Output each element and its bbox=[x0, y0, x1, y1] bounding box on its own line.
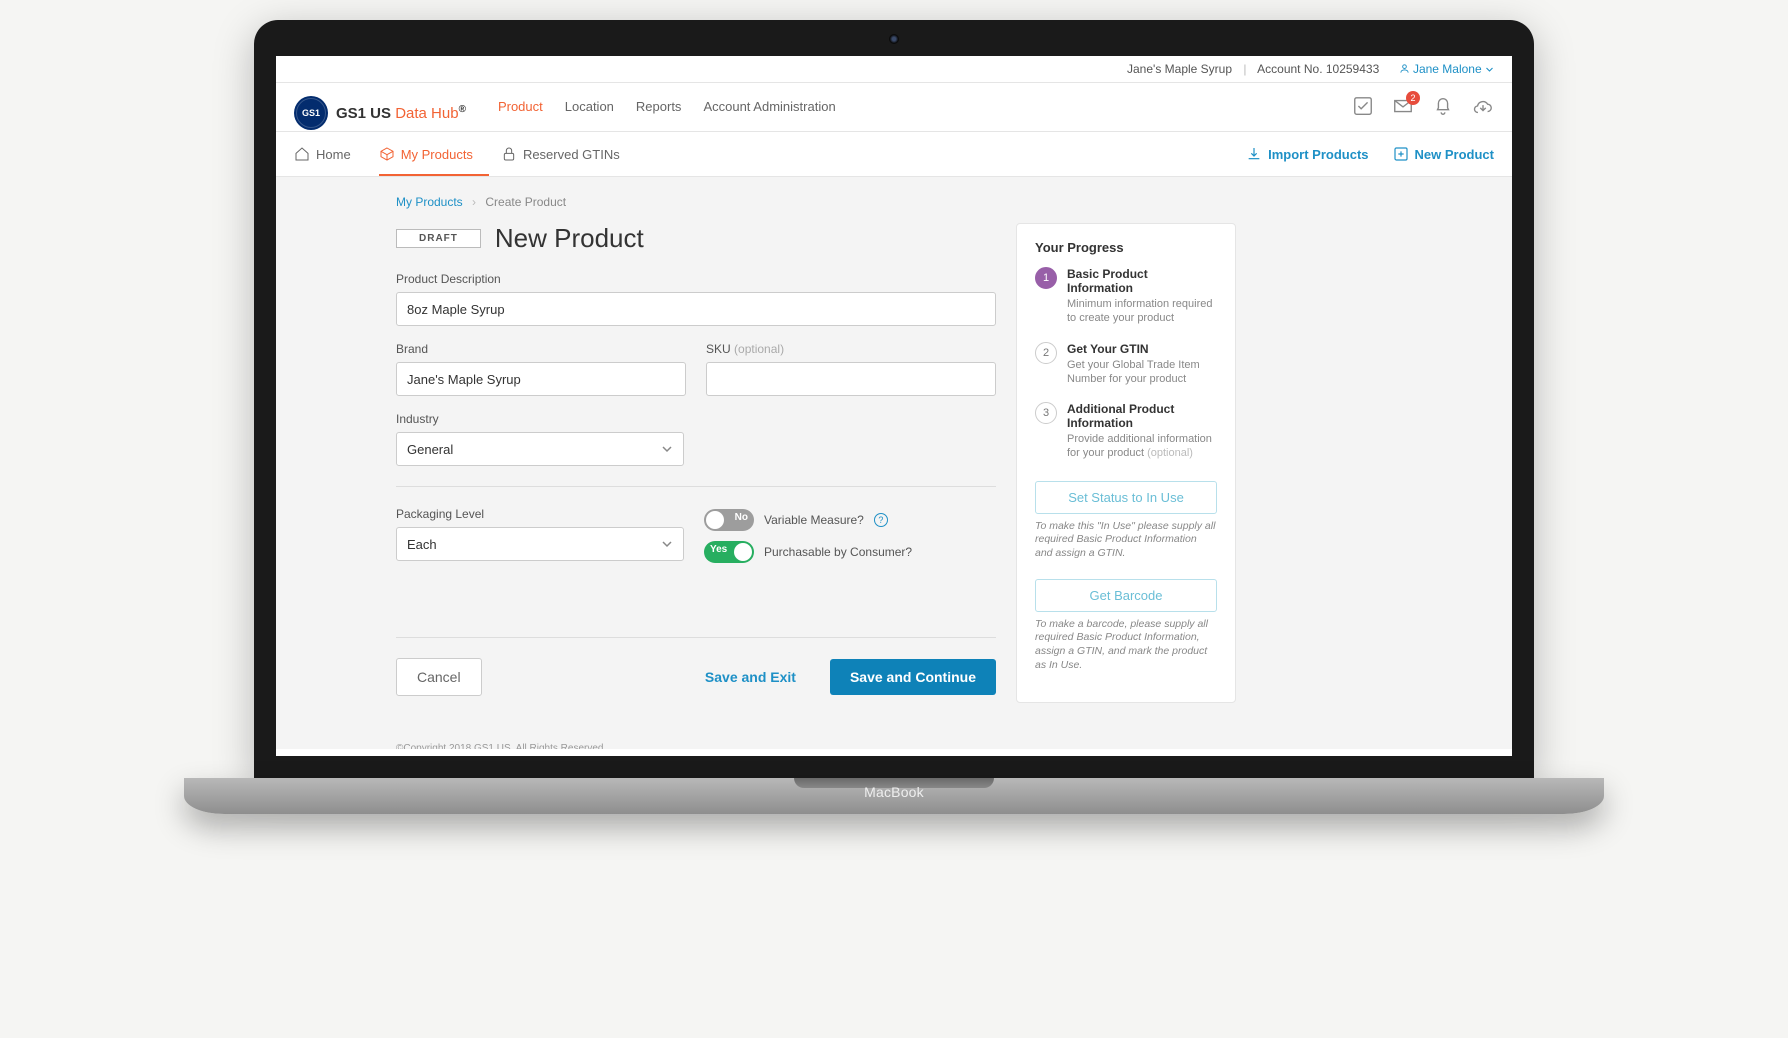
divider bbox=[396, 486, 996, 487]
page-title: New Product bbox=[495, 223, 644, 254]
packaging-select[interactable]: Each bbox=[396, 527, 684, 561]
header: GS1 GS1 US Data Hub® Product Location Re… bbox=[276, 83, 1512, 132]
chevron-right-icon: › bbox=[472, 195, 476, 209]
mail-badge: 2 bbox=[1406, 91, 1420, 105]
desc-label: Product Description bbox=[396, 272, 996, 286]
account-number: Account No. 10259433 bbox=[1257, 62, 1379, 76]
laptop-bezel: Jane's Maple Syrup | Account No. 1025943… bbox=[254, 20, 1534, 778]
brand-text: GS1 US Data Hub® bbox=[336, 104, 466, 122]
set-status-note: To make this "In Use" please supply all … bbox=[1035, 520, 1217, 561]
purchasable-toggle[interactable]: Yes bbox=[704, 541, 754, 563]
page-body: My Products › Create Product DRAFT New P… bbox=[276, 177, 1512, 749]
nav-product[interactable]: Product bbox=[498, 99, 543, 114]
lock-icon bbox=[501, 146, 517, 162]
company-name: Jane's Maple Syrup bbox=[1127, 62, 1232, 76]
variable-measure-toggle[interactable]: No bbox=[704, 509, 754, 531]
header-icons: 2 bbox=[1352, 95, 1494, 131]
laptop-base: MacBook bbox=[184, 778, 1604, 814]
breadcrumb: My Products › Create Product bbox=[396, 195, 1492, 209]
nav-reports[interactable]: Reports bbox=[636, 99, 682, 114]
brand-input[interactable] bbox=[396, 362, 686, 396]
logo[interactable]: GS1 GS1 US Data Hub® bbox=[294, 96, 466, 130]
app-screen: Jane's Maple Syrup | Account No. 1025943… bbox=[276, 56, 1512, 756]
subnav-reserved[interactable]: Reserved GTINs bbox=[501, 132, 636, 176]
subnav-home[interactable]: Home bbox=[294, 132, 367, 176]
industry-select[interactable]: General bbox=[396, 432, 684, 466]
sku-input[interactable] bbox=[706, 362, 996, 396]
laptop-brand: MacBook bbox=[864, 784, 924, 800]
box-icon bbox=[379, 146, 395, 162]
subnav-my-products[interactable]: My Products bbox=[379, 132, 489, 176]
desc-input[interactable] bbox=[396, 292, 996, 326]
nav-admin[interactable]: Account Administration bbox=[703, 99, 835, 114]
step-2: 2 Get Your GTIN Get your Global Trade It… bbox=[1035, 342, 1217, 387]
industry-label: Industry bbox=[396, 412, 684, 426]
copyright: ©Copyright 2018 GS1 US. All Rights Reser… bbox=[396, 743, 1492, 749]
status-badge: DRAFT bbox=[396, 229, 481, 248]
purchasable-label: Purchasable by Consumer? bbox=[764, 545, 912, 559]
new-product-button[interactable]: New Product bbox=[1393, 146, 1494, 162]
progress-panel: Your Progress 1 Basic Product Informatio… bbox=[1016, 223, 1236, 703]
packaging-label: Packaging Level bbox=[396, 507, 684, 521]
home-icon bbox=[294, 146, 310, 162]
save-continue-button[interactable]: Save and Continue bbox=[830, 659, 996, 695]
main-nav: Product Location Reports Account Adminis… bbox=[498, 99, 836, 128]
topbar: Jane's Maple Syrup | Account No. 1025943… bbox=[276, 56, 1512, 83]
plus-icon bbox=[1393, 146, 1409, 162]
mail-icon[interactable]: 2 bbox=[1392, 95, 1414, 117]
get-barcode-note: To make a barcode, please supply all req… bbox=[1035, 618, 1217, 673]
sub-nav: Home My Products Reserved GTINs Import P… bbox=[276, 132, 1512, 177]
step-1: 1 Basic Product Information Minimum info… bbox=[1035, 267, 1217, 326]
user-menu[interactable]: Jane Malone bbox=[1399, 62, 1494, 76]
form-column: DRAFT New Product Product Description Br… bbox=[396, 223, 996, 703]
download-cloud-icon[interactable] bbox=[1472, 95, 1494, 117]
logo-icon: GS1 bbox=[294, 96, 328, 130]
bell-icon[interactable] bbox=[1432, 95, 1454, 117]
get-barcode-button[interactable]: Get Barcode bbox=[1035, 579, 1217, 612]
nav-location[interactable]: Location bbox=[565, 99, 614, 114]
help-icon[interactable]: ? bbox=[874, 513, 888, 527]
camera-icon bbox=[889, 34, 899, 44]
set-status-button[interactable]: Set Status to In Use bbox=[1035, 481, 1217, 514]
progress-title: Your Progress bbox=[1035, 240, 1217, 255]
import-products-button[interactable]: Import Products bbox=[1246, 146, 1368, 162]
sku-label: SKU (optional) bbox=[706, 342, 996, 356]
brand-label: Brand bbox=[396, 342, 686, 356]
cancel-button[interactable]: Cancel bbox=[396, 658, 482, 696]
divider bbox=[396, 637, 996, 638]
breadcrumb-current: Create Product bbox=[485, 195, 566, 209]
import-icon bbox=[1246, 146, 1262, 162]
variable-measure-label: Variable Measure? bbox=[764, 513, 864, 527]
checkbox-icon[interactable] bbox=[1352, 95, 1374, 117]
save-exit-button[interactable]: Save and Exit bbox=[685, 659, 816, 695]
breadcrumb-link[interactable]: My Products bbox=[396, 195, 463, 209]
step-3: 3 Additional Product Information Provide… bbox=[1035, 402, 1217, 461]
